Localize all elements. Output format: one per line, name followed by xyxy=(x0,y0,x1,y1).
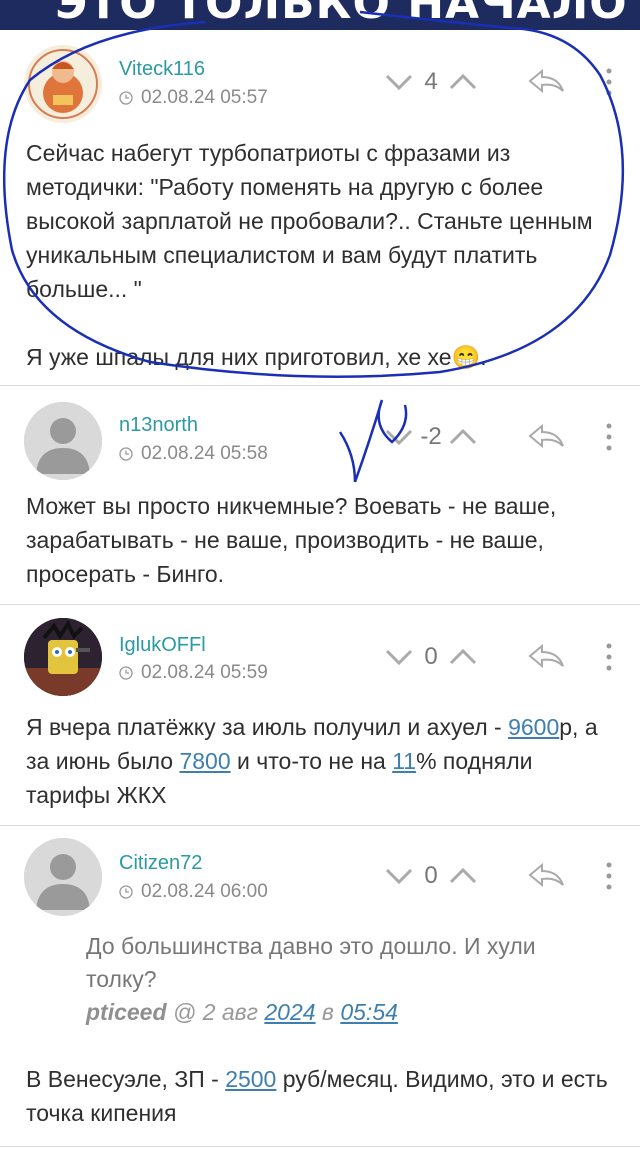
comment-body: Я вчера платёжку за июль получил и ахуел… xyxy=(26,710,616,812)
clock-icon xyxy=(119,885,133,899)
comment-body: В Венесуэле, ЗП - 2500 руб/месяц. Видимо… xyxy=(26,1062,616,1130)
chevron-down-icon[interactable] xyxy=(384,866,414,886)
sponge-character-avatar xyxy=(24,618,102,696)
score: 0 xyxy=(424,643,438,670)
default-user-avatar xyxy=(24,402,102,480)
chevron-up-icon[interactable] xyxy=(448,647,478,667)
comment-item: Citizen72 02.08.24 06:00 0 До большинств… xyxy=(0,826,640,1147)
author-name[interactable]: n13north xyxy=(119,414,198,437)
chevron-up-icon[interactable] xyxy=(448,427,478,447)
timestamp: 02.08.24 05:59 xyxy=(119,662,268,684)
timestamp-text: 02.08.24 05:59 xyxy=(141,662,268,683)
quote-date: @ 2 авг xyxy=(166,999,265,1025)
quote-block: До большинства давно это дошло. И хули т… xyxy=(86,930,606,1029)
reply-arrow-icon[interactable] xyxy=(526,422,566,452)
trailing-dot: . xyxy=(480,344,487,370)
avatar[interactable] xyxy=(24,618,102,696)
author-name[interactable]: Citizen72 xyxy=(119,852,202,875)
number-link[interactable]: 7800 xyxy=(179,748,230,774)
author-name[interactable]: Viteck116 xyxy=(119,58,205,81)
grin-emoji: 😁 xyxy=(451,344,481,370)
avatar[interactable] xyxy=(24,45,102,123)
vote-block: 0 xyxy=(384,859,504,893)
comment-body: Сейчас набегут турбопатриоты с фразами и… xyxy=(26,136,616,374)
chevron-down-icon[interactable] xyxy=(384,647,414,667)
quote-author[interactable]: pticeed xyxy=(86,999,167,1025)
banner-text: ЭТО ТОЛЬКО НАЧАЛО xyxy=(55,0,628,29)
more-vertical-icon[interactable] xyxy=(602,67,616,97)
reply-arrow-icon[interactable] xyxy=(526,861,566,891)
vote-block: -2 xyxy=(384,420,504,454)
clock-icon xyxy=(119,91,133,105)
comment-item: n13north 02.08.24 05:58 -2 Может вы прос… xyxy=(0,386,640,605)
quote-in: в xyxy=(315,999,341,1025)
comment-item: IglukOFFl 02.08.24 05:59 0 Я вчера платё… xyxy=(0,605,640,826)
clock-icon xyxy=(119,666,133,680)
score: -2 xyxy=(420,423,442,450)
text-part: В Венесуэле, ЗП - xyxy=(26,1066,226,1092)
quote-year-link[interactable]: 2024 xyxy=(264,999,315,1025)
more-vertical-icon[interactable] xyxy=(602,861,616,891)
comment-paragraph: Я уже шпалы для них приготовил, хе хе😁. xyxy=(26,340,616,374)
reply-arrow-icon[interactable] xyxy=(526,642,566,672)
number-link[interactable]: 2500 xyxy=(225,1066,276,1092)
number-link[interactable]: 11 xyxy=(392,748,416,774)
timestamp-text: 02.08.24 06:00 xyxy=(141,881,268,902)
comment-body: Может вы просто никчемные? Воевать - не … xyxy=(26,493,557,587)
quote-time-link[interactable]: 05:54 xyxy=(340,999,398,1025)
timestamp-text: 02.08.24 05:57 xyxy=(141,87,268,108)
score: 4 xyxy=(424,68,438,95)
comment-item: Viteck116 02.08.24 05:57 4 Сейчас набегу… xyxy=(0,30,640,386)
chevron-down-icon[interactable] xyxy=(384,427,414,447)
comment-paragraph-text: Я уже шпалы для них приготовил, хе хе xyxy=(26,344,452,370)
quote-meta: pticeed @ 2 авг 2024 в 05:54 xyxy=(86,996,606,1029)
chevron-up-icon[interactable] xyxy=(448,72,478,92)
timestamp-text: 02.08.24 05:58 xyxy=(141,443,268,464)
clock-icon xyxy=(119,447,133,461)
top-banner: ЭТО ТОЛЬКО НАЧАЛО xyxy=(0,0,640,30)
comment-paragraph: Сейчас набегут турбопатриоты с фразами и… xyxy=(26,140,593,302)
timestamp: 02.08.24 06:00 xyxy=(119,881,268,903)
score: 0 xyxy=(424,862,438,889)
reply-arrow-icon[interactable] xyxy=(526,67,566,97)
text-part: и что-то не на xyxy=(230,748,393,774)
chevron-down-icon[interactable] xyxy=(384,72,414,92)
timestamp: 02.08.24 05:57 xyxy=(119,87,268,109)
more-vertical-icon[interactable] xyxy=(602,642,616,672)
vote-block: 0 xyxy=(384,640,504,674)
text-part: Я вчера платёжку за июль получил и ахуел… xyxy=(26,714,509,740)
timestamp: 02.08.24 05:58 xyxy=(119,443,268,465)
quote-text: До большинства давно это дошло. И хули т… xyxy=(86,933,536,992)
default-user-avatar xyxy=(24,838,102,916)
author-name[interactable]: IglukOFFl xyxy=(119,634,206,657)
more-vertical-icon[interactable] xyxy=(602,422,616,452)
number-link[interactable]: 9600 xyxy=(508,714,559,740)
monk-figure-avatar xyxy=(24,45,102,123)
vote-block: 4 xyxy=(384,65,504,99)
chevron-up-icon[interactable] xyxy=(448,866,478,886)
avatar[interactable] xyxy=(24,402,102,480)
avatar[interactable] xyxy=(24,838,102,916)
